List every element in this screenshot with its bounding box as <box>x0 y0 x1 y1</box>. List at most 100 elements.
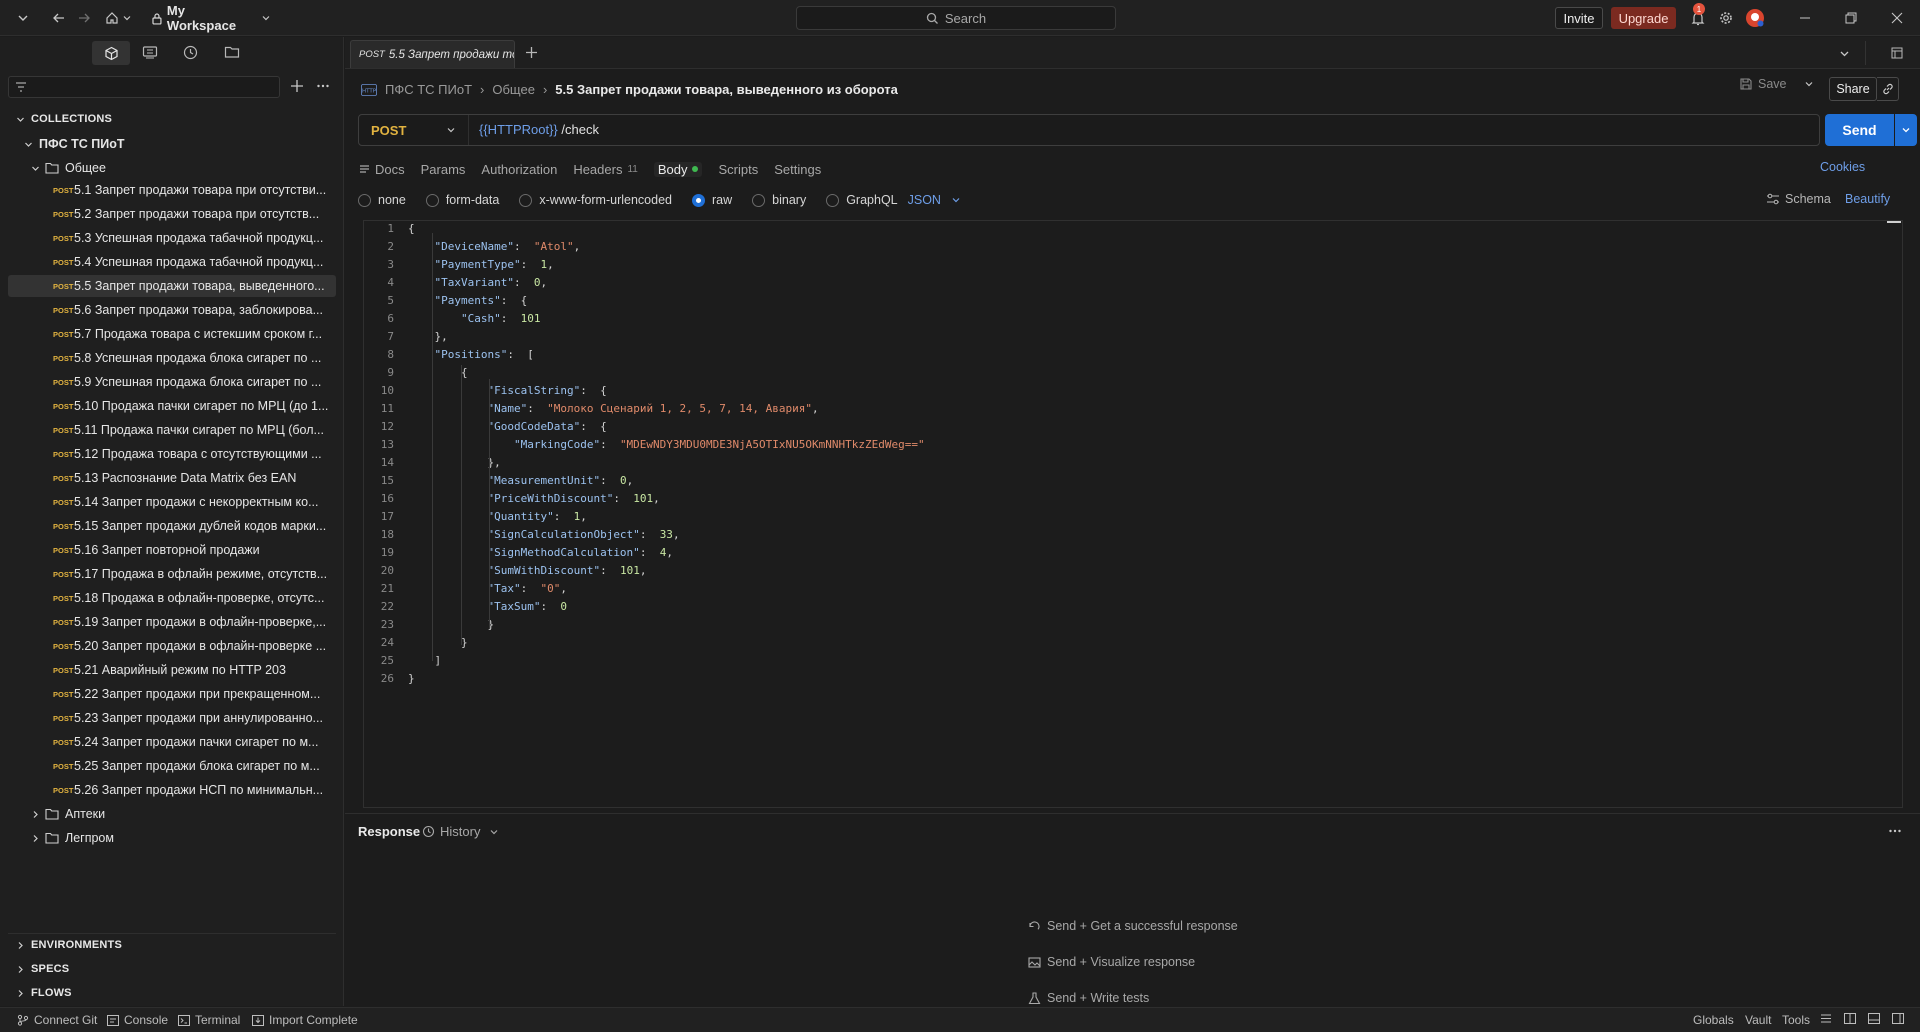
response-hint-tests[interactable]: Send + Write tests <box>1028 991 1149 1005</box>
environment-selector-icon[interactable] <box>1891 47 1903 59</box>
url-input[interactable]: {{HTTPRoot}} /check <box>479 122 599 137</box>
request-item[interactable]: POST 5.12 Продажа товара с отсутствующими… <box>8 443 336 465</box>
request-item[interactable]: POST 5.1 Запрет продажи товара при отсутс… <box>8 179 336 201</box>
tab-authorization[interactable]: Authorization <box>481 162 557 177</box>
beautify-button[interactable]: Beautify <box>1845 192 1890 206</box>
request-item[interactable]: POST 5.18 Продажа в офлайн-проверке, отсу… <box>8 587 336 609</box>
folder-item-legprom[interactable]: Легпром <box>0 827 344 849</box>
send-button[interactable]: Send <box>1825 114 1894 146</box>
console-button[interactable]: Console <box>107 1013 168 1027</box>
avatar[interactable] <box>1744 8 1766 28</box>
body-mode-urlencoded[interactable]: x-www-form-urlencoded <box>519 193 672 207</box>
collections-section-header[interactable]: COLLECTIONS <box>16 113 112 125</box>
workspace-switcher[interactable]: My Workspace <box>151 3 271 33</box>
send-options-dropdown[interactable] <box>1895 114 1917 146</box>
add-collection-button[interactable] <box>290 79 304 93</box>
request-item[interactable]: POST 5.19 Запрет продажи в офлайн-проверк… <box>8 611 336 633</box>
collection-item[interactable]: ПФС ТС ПИоТ <box>0 133 344 155</box>
response-hint-visualize[interactable]: Send + Visualize response <box>1028 955 1195 969</box>
restore-window-icon[interactable] <box>1841 8 1861 28</box>
tab-body[interactable]: Body <box>653 161 703 177</box>
bottom-pane-view-icon[interactable] <box>1868 1013 1880 1024</box>
editor-scrollbar[interactable] <box>1887 221 1901 223</box>
breadcrumb-folder[interactable]: Общее <box>492 82 535 97</box>
specs-section-header[interactable]: SPECS <box>16 963 69 975</box>
new-tab-button[interactable] <box>525 46 538 59</box>
request-item[interactable]: POST 5.3 Успешная продажа табачной продук… <box>8 227 336 249</box>
terminal-button[interactable]: Terminal <box>178 1013 240 1027</box>
request-item[interactable]: POST 5.5 Запрет продажи товара, выведенно… <box>8 275 336 297</box>
response-more-button[interactable] <box>1888 824 1902 838</box>
request-item[interactable]: POST 5.21 Аварийный режим по HTTP 203 <box>8 659 336 681</box>
request-item[interactable]: POST 5.13 Распознание Data Matrix без EAN <box>8 467 336 489</box>
history-button[interactable]: History <box>422 824 499 839</box>
global-search[interactable]: Search <box>796 6 1116 30</box>
settings-button[interactable] <box>1716 8 1736 28</box>
request-item[interactable]: POST 5.9 Успешная продажа блока сигарет п… <box>8 371 336 393</box>
request-item[interactable]: POST 5.17 Продажа в офлайн режиме, отсутс… <box>8 563 336 585</box>
request-item[interactable]: POST 5.26 Запрет продажи НСП по минимальн… <box>8 779 336 801</box>
environments-nav-button[interactable] <box>142 45 158 60</box>
request-item[interactable]: POST 5.6 Запрет продажи товара, заблокиро… <box>8 299 336 321</box>
request-item[interactable]: POST 5.7 Продажа товара с истекшим сроком… <box>8 323 336 345</box>
request-item[interactable]: POST 5.23 Запрет продажи при аннулированн… <box>8 707 336 729</box>
invite-button[interactable]: Invite <box>1555 7 1603 29</box>
raw-format-selector[interactable]: JSON <box>908 193 961 207</box>
collections-nav-button[interactable] <box>92 41 130 65</box>
layout-settings-icon[interactable] <box>1820 1013 1832 1024</box>
save-button[interactable]: Save <box>1739 77 1814 91</box>
request-item[interactable]: POST 5.4 Успешная продажа табачной продук… <box>8 251 336 273</box>
history-nav-button[interactable] <box>183 45 198 60</box>
body-mode-binary[interactable]: binary <box>752 193 806 207</box>
body-mode-form-data[interactable]: form-data <box>425 193 499 207</box>
home-menu-button[interactable] <box>102 8 134 28</box>
sidebar-filter-input[interactable] <box>8 76 280 98</box>
sidebar-more-button[interactable] <box>316 79 330 93</box>
body-mode-none[interactable]: none <box>358 193 406 207</box>
request-item[interactable]: POST 5.11 Продажа пачки сигарет по МРЦ (б… <box>8 419 336 441</box>
minimize-window-icon[interactable] <box>1795 8 1815 28</box>
method-selector[interactable]: POST <box>359 115 469 145</box>
request-item[interactable]: POST 5.16 Запрет повторной продажи <box>8 539 336 561</box>
right-pane-view-icon[interactable] <box>1892 1013 1904 1024</box>
forward-arrow-icon[interactable] <box>75 8 93 28</box>
tools-button[interactable]: Tools <box>1782 1013 1810 1027</box>
request-item[interactable]: POST 5.8 Успешная продажа блока сигарет п… <box>8 347 336 369</box>
folder-item-obshchee[interactable]: Общее <box>0 157 344 179</box>
tab-list-dropdown[interactable] <box>1839 48 1850 59</box>
environments-section-header[interactable]: ENVIRONMENTS <box>16 939 122 951</box>
globals-button[interactable]: Globals <box>1693 1013 1734 1027</box>
close-window-icon[interactable] <box>1887 8 1907 28</box>
tab-settings[interactable]: Settings <box>774 162 821 177</box>
request-item[interactable]: POST 5.15 Запрет продажи дублей кодов мар… <box>8 515 336 537</box>
body-mode-graphql[interactable]: GraphQL <box>826 193 898 207</box>
tab-scripts[interactable]: Scripts <box>718 162 758 177</box>
request-item[interactable]: POST 5.24 Запрет продажи пачки сигарет по… <box>8 731 336 753</box>
files-nav-button[interactable] <box>224 45 240 59</box>
request-item[interactable]: POST 5.14 Запрет продажи с некорректным к… <box>8 491 336 513</box>
app-menu-chevron-icon[interactable] <box>14 8 32 28</box>
tab-params[interactable]: Params <box>421 162 466 177</box>
share-button[interactable]: Share <box>1829 77 1877 101</box>
request-item[interactable]: POST 5.25 Запрет продажи блока сигарет по… <box>8 755 336 777</box>
request-item[interactable]: POST 5.2 Запрет продажи товара при отсутс… <box>8 203 336 225</box>
body-mode-raw[interactable]: raw <box>692 193 732 207</box>
response-hint-success[interactable]: Send + Get a successful response <box>1028 919 1238 933</box>
cookies-link[interactable]: Cookies <box>1820 160 1865 174</box>
back-arrow-icon[interactable] <box>50 8 68 28</box>
import-status[interactable]: Import Complete <box>252 1013 358 1027</box>
copy-link-button[interactable] <box>1877 77 1899 101</box>
code-editor[interactable]: 1{2 "DeviceName": "Atol", 3 "PaymentType"… <box>363 220 1903 808</box>
breadcrumb-collection[interactable]: ПФС ТС ПИоТ <box>385 82 472 97</box>
schema-button[interactable]: Schema <box>1766 192 1831 206</box>
request-title[interactable]: 5.5 Запрет продажи товара, выведенного и… <box>555 82 898 97</box>
tab-headers[interactable]: Headers 11 <box>573 162 638 177</box>
request-tab-active[interactable]: POST 5.5 Запрет продажи то <box>350 40 515 68</box>
flows-section-header[interactable]: FLOWS <box>16 987 72 999</box>
request-item[interactable]: POST 5.10 Продажа пачки сигарет по МРЦ (д… <box>8 395 336 417</box>
request-item[interactable]: POST 5.20 Запрет продажи в офлайн-проверк… <box>8 635 336 657</box>
folder-item-apteki[interactable]: Аптеки <box>0 803 344 825</box>
tab-docs[interactable]: Docs <box>359 162 405 177</box>
two-pane-view-icon[interactable] <box>1844 1013 1856 1024</box>
connect-git-button[interactable]: Connect Git <box>17 1013 97 1027</box>
